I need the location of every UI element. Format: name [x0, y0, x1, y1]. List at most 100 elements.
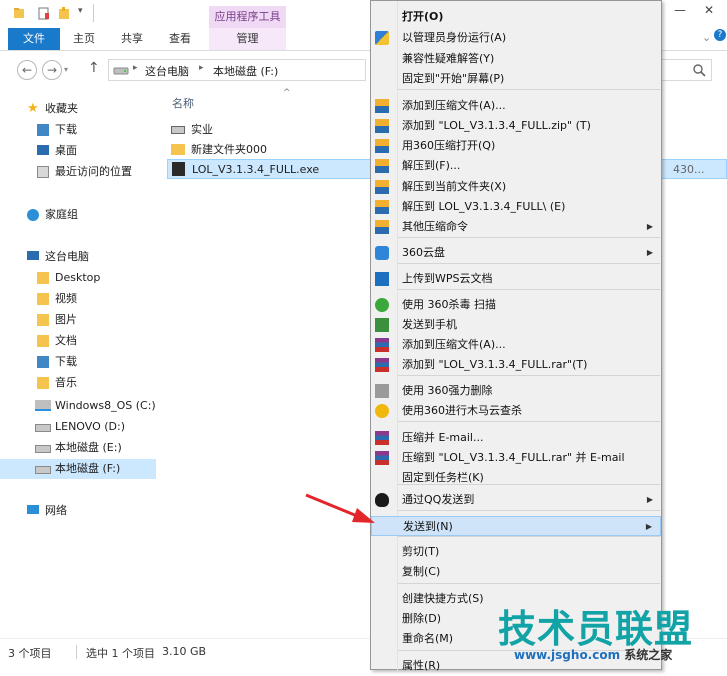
sidebar-item-drive-d[interactable]: LENOVO (D:) — [0, 417, 156, 437]
menu-separator — [398, 237, 660, 238]
windows-drive-icon — [35, 400, 51, 411]
winrar-icon — [375, 338, 389, 352]
menu-item[interactable]: 使用360进行木马云查杀 — [371, 401, 661, 421]
menu-item[interactable]: 解压到(F)... — [371, 156, 661, 176]
tab-view[interactable]: 查看 — [162, 28, 198, 50]
new-folder-icon[interactable] — [58, 7, 70, 20]
menu-item[interactable]: 固定到"开始"屏幕(P) — [371, 69, 661, 89]
drive-icon — [171, 126, 185, 134]
sidebar-item-network[interactable]: 网络 — [0, 501, 156, 521]
menu-item[interactable]: 添加到 "LOL_V3.1.3.4_FULL.zip" (T) — [371, 116, 661, 136]
menu-separator — [398, 510, 660, 511]
menu-item-label: 固定到"开始"屏幕(P) — [402, 72, 505, 85]
menu-item-label: 以管理员身份运行(A) — [402, 31, 507, 44]
sidebar-item-music[interactable]: 音乐 — [0, 373, 156, 393]
music-folder-icon — [37, 377, 49, 389]
sidebar-item-recent-places[interactable]: 最近访问的位置 — [0, 162, 156, 182]
minimize-button[interactable]: — — [674, 3, 686, 17]
back-button[interactable]: ← — [17, 60, 37, 80]
sidebar-item-videos[interactable]: 视频 — [0, 289, 156, 309]
menu-item-label: 剪切(T) — [402, 545, 440, 558]
menu-item-label: 压缩并 E-mail... — [402, 431, 484, 444]
sidebar-item-desktop[interactable]: 桌面 — [0, 141, 156, 161]
menu-item[interactable]: 解压到 LOL_V3.1.3.4_FULL\ (E) — [371, 197, 661, 217]
menu-item-label: 使用360进行木马云查杀 — [402, 404, 522, 417]
up-button[interactable]: ↑ — [88, 60, 100, 76]
menu-item-label: 删除(D) — [402, 612, 442, 625]
menu-item[interactable]: 用360压缩打开(Q) — [371, 136, 661, 156]
ribbon-expand-icon[interactable]: ⌄ — [702, 31, 711, 44]
sidebar-item-drive-c[interactable]: Windows8_OS (C:) — [0, 396, 156, 416]
winrar-icon — [375, 431, 389, 445]
drive-icon — [35, 424, 51, 432]
documents-folder-icon — [37, 335, 49, 347]
breadcrumb-this-pc[interactable]: 这台电脑 — [145, 63, 189, 79]
menu-item[interactable]: 添加到压缩文件(A)... — [371, 96, 661, 116]
context-menu: 打开(O) 以管理员身份运行(A) 兼容性疑难解答(Y) 固定到"开始"屏幕(P) 添加… — [370, 0, 662, 672]
qat-divider — [93, 4, 94, 22]
menu-item-label: 添加到压缩文件(A)... — [402, 338, 506, 351]
sidebar-item-downloads[interactable]: 下载 — [0, 120, 156, 140]
menu-item[interactable]: 打开(O) — [371, 7, 661, 27]
menu-item-label: 打开(O) — [402, 10, 444, 23]
sidebar-item-desktop-folder[interactable]: Desktop — [0, 268, 156, 288]
submenu-arrow-icon: ▶ — [646, 495, 653, 504]
address-bar[interactable]: ▸ 这台电脑 ▸ 本地磁盘 (F:) — [108, 59, 366, 81]
menu-item[interactable]: 压缩并 E-mail... — [371, 428, 661, 448]
menu-item[interactable]: 其他压缩命令 ▶ — [371, 217, 661, 237]
menu-item[interactable]: 兼容性疑难解答(Y) — [371, 49, 661, 69]
menu-item[interactable]: 发送到(N) ▶ — [371, 516, 661, 536]
menu-item[interactable]: 通过QQ发送到 ▶ — [371, 490, 661, 510]
menu-item[interactable]: 发送到手机 — [371, 315, 661, 335]
menu-item-label: 其他压缩命令 — [402, 220, 468, 233]
menu-item[interactable]: 360云盘 ▶ — [371, 243, 661, 263]
sort-ascending-icon: ^ — [283, 88, 291, 98]
menu-item[interactable]: 以管理员身份运行(A) — [371, 28, 661, 48]
menu-item[interactable]: 添加到 "LOL_V3.1.3.4_FULL.rar"(T) — [371, 355, 661, 375]
tab-file[interactable]: 文件 — [8, 28, 60, 50]
menu-item-label: 添加到 "LOL_V3.1.3.4_FULL.rar"(T) — [402, 358, 588, 371]
menu-item-label: 创建快捷方式(S) — [402, 592, 484, 605]
breadcrumb-local-disk-f[interactable]: 本地磁盘 (F:) — [213, 63, 278, 79]
menu-item-label: 添加到 "LOL_V3.1.3.4_FULL.zip" (T) — [402, 119, 591, 132]
menu-item[interactable]: 添加到压缩文件(A)... — [371, 335, 661, 355]
menu-item[interactable]: 固定到任务栏(K) — [371, 468, 661, 488]
tab-manage[interactable]: 管理 — [209, 28, 286, 50]
forward-button[interactable]: → — [42, 60, 62, 80]
sidebar-item-drive-e[interactable]: 本地磁盘 (E:) — [0, 438, 156, 458]
menu-item[interactable]: 解压到当前文件夹(X) — [371, 177, 661, 197]
360zip-icon — [375, 200, 389, 214]
watermark-logo: 技术员联盟 — [498, 607, 694, 651]
close-button[interactable]: ✕ — [704, 3, 714, 17]
360-shred-icon — [375, 384, 389, 398]
menu-item[interactable]: 复制(C) — [371, 562, 661, 582]
qat-dropdown-icon[interactable]: ▾ — [78, 6, 83, 16]
properties-icon[interactable] — [38, 7, 50, 20]
menu-item[interactable]: 使用 360强力删除 — [371, 381, 661, 401]
tab-home[interactable]: 主页 — [66, 28, 102, 50]
menu-item-label: 兼容性疑难解答(Y) — [402, 52, 495, 65]
help-icon[interactable]: ? — [714, 29, 726, 41]
sidebar-item-drive-f[interactable]: 本地磁盘 (F:) — [0, 459, 156, 479]
tab-share[interactable]: 共享 — [114, 28, 150, 50]
sidebar-item-documents[interactable]: 文档 — [0, 331, 156, 351]
menu-separator — [398, 289, 660, 290]
menu-item[interactable]: 剪切(T) — [371, 542, 661, 562]
sidebar-item-this-pc[interactable]: 这台电脑 — [0, 247, 156, 267]
recent-locations-icon[interactable]: ▾ — [64, 65, 68, 74]
menu-item[interactable]: 压缩到 "LOL_V3.1.3.4_FULL.rar" 并 E-mail — [371, 448, 661, 468]
menu-separator — [398, 89, 660, 90]
menu-item[interactable]: 上传到WPS云文档 — [371, 269, 661, 289]
sidebar-item-pictures[interactable]: 图片 — [0, 310, 156, 330]
sidebar-item-homegroup[interactable]: 家庭组 — [0, 205, 156, 225]
pictures-folder-icon — [37, 314, 49, 326]
selected-size: 3.10 GB — [162, 645, 207, 658]
computer-icon — [27, 251, 39, 260]
menu-separator — [398, 484, 660, 485]
column-header-name[interactable]: 名称 — [172, 95, 194, 111]
sidebar-item-downloads-pc[interactable]: 下载 — [0, 352, 156, 372]
sidebar-item-favorites[interactable]: ★ 收藏夹 — [0, 99, 156, 119]
menu-item-label: 360云盘 — [402, 246, 445, 259]
menu-item[interactable]: 使用 360杀毒 扫描 — [371, 295, 661, 315]
star-icon: ★ — [27, 101, 39, 116]
